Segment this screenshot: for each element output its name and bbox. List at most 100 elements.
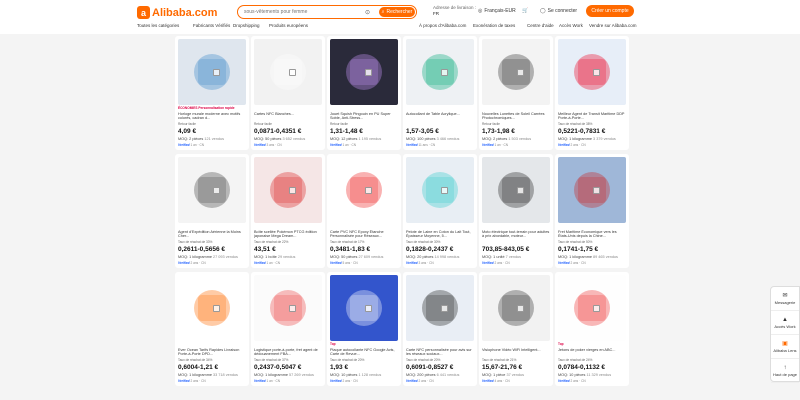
image-search-icon[interactable] — [593, 69, 600, 76]
image-search-icon[interactable] — [441, 187, 448, 194]
signin-link[interactable]: ◯ Se connecter — [540, 8, 577, 14]
cart-button[interactable]: 🛒 — [522, 8, 528, 14]
product-card[interactable]: Jouet Squish Pingouin en PU Super Soble,… — [327, 36, 401, 150]
product-rating: Taux de réachat de 24% — [558, 358, 593, 362]
product-card[interactable]: Carte PVC NFC Epoxy Étanche Personnalisé… — [327, 154, 401, 268]
product-title[interactable]: Jouet Squish Pingouin en PU Super Soble,… — [330, 112, 398, 121]
image-search-icon[interactable] — [517, 305, 524, 312]
product-title[interactable]: Cartes NFC Blanches... — [254, 112, 322, 121]
arrow-up-icon: ↑ — [783, 364, 787, 371]
image-search-icon[interactable] — [213, 69, 220, 76]
image-search-icon[interactable] — [213, 187, 220, 194]
image-search-icon[interactable] — [365, 187, 372, 194]
image-search-icon[interactable] — [213, 305, 220, 312]
image-search-icon[interactable] — [365, 305, 372, 312]
product-card[interactable]: Carte NFC personnalisée pour avis sur le… — [403, 272, 477, 386]
product-image[interactable] — [254, 275, 322, 341]
product-price: 4,09 € — [178, 128, 197, 135]
product-title[interactable]: Visiophone Vidéo WiFi Intelligent... — [482, 348, 550, 357]
product-image[interactable] — [406, 157, 474, 223]
image-search-icon[interactable] — [289, 305, 296, 312]
work-button[interactable]: ▲ Accès Work — [771, 311, 799, 335]
search-button[interactable]: ⌕ Rechercher — [379, 7, 415, 17]
nav-item[interactable]: Accès Work — [559, 23, 583, 28]
product-title[interactable]: Agent d'Expédition Aérienne la Moins Che… — [178, 230, 246, 239]
product-card[interactable]: Top Jetons de poker vierges en ABC... Ta… — [555, 272, 629, 386]
product-image[interactable] — [482, 39, 550, 105]
product-card[interactable]: ÉCONOMIES Personnalisation rapide Horlog… — [175, 36, 249, 150]
image-search-icon[interactable] — [441, 69, 448, 76]
image-search-icon[interactable] — [289, 187, 296, 194]
product-image[interactable] — [254, 157, 322, 223]
product-title[interactable]: Jetons de poker vierges en ABC... — [558, 348, 626, 357]
product-card[interactable]: Moto électrique tout-terrain pour adulte… — [479, 154, 553, 268]
image-search-icon[interactable] — [365, 69, 372, 76]
product-card[interactable]: Autocollant de Table Acrylique... 1,57-3… — [403, 36, 477, 150]
nav-item[interactable]: Centre d'aide — [527, 23, 554, 28]
product-title[interactable]: Ever Ocean Tarifs Rapides Livraison Port… — [178, 348, 246, 357]
product-title[interactable]: Nouvelles Lunettes de Soleil Carrées Pho… — [482, 112, 550, 121]
nav-item[interactable]: Dropshipping — [233, 23, 260, 28]
product-image[interactable] — [558, 157, 626, 223]
product-card[interactable]: Fret Maritime Économique vers les États-… — [555, 154, 629, 268]
nav-item[interactable]: Toutes les catégories — [137, 23, 179, 28]
product-title[interactable]: Carte PVC NFC Epoxy Étanche Personnalisé… — [330, 230, 398, 239]
product-card[interactable]: Cartes NFC Blanches... Retour facile 0,0… — [251, 36, 325, 150]
product-image[interactable] — [254, 39, 322, 105]
product-card[interactable]: Logistique porte-à-porte, fret agent de … — [251, 272, 325, 386]
search-input[interactable] — [238, 9, 363, 15]
nav-item[interactable]: Exonération de taxes — [473, 23, 515, 28]
product-image[interactable] — [330, 157, 398, 223]
product-image[interactable] — [482, 275, 550, 341]
image-search-icon[interactable] — [517, 69, 524, 76]
image-search-icon[interactable] — [517, 187, 524, 194]
product-image[interactable] — [406, 275, 474, 341]
product-card[interactable]: Meilleur Agent de Transit Maritime DDP P… — [555, 36, 629, 150]
product-title[interactable]: Logistique porte-à-porte, fret agent de … — [254, 348, 322, 357]
product-card[interactable]: Nouvelles Lunettes de Soleil Carrées Pho… — [479, 36, 553, 150]
alibaba-logo[interactable]: a Alibaba.com — [137, 6, 217, 19]
product-title[interactable]: Horloge murale moderne avec motifs color… — [178, 112, 246, 121]
product-title[interactable]: Plaque autocollante NFC Google Avis, Car… — [330, 348, 398, 357]
product-image[interactable] — [558, 39, 626, 105]
product-card[interactable]: Top Plaque autocollante NFC Google Avis,… — [327, 272, 401, 386]
product-title[interactable]: Moto électrique tout-terrain pour adulte… — [482, 230, 550, 239]
product-title[interactable]: Fret Maritime Économique vers les États-… — [558, 230, 626, 239]
lens-button[interactable]: ▣ Alibaba Lens — [771, 335, 799, 359]
product-card[interactable]: Agent d'Expédition Aérienne la Moins Che… — [175, 154, 249, 268]
back-to-top-button[interactable]: ↑ Haut de page — [771, 359, 799, 383]
product-card[interactable]: Visiophone Vidéo WiFi Intelligent... Tau… — [479, 272, 553, 386]
product-image[interactable] — [178, 275, 246, 341]
product-card[interactable]: Boîte scellée Pokémon PTCG édition japon… — [251, 154, 325, 268]
nav-item[interactable]: Vendre sur Alibaba.com — [589, 23, 637, 28]
product-title[interactable]: Meilleur Agent de Transit Maritime DDP P… — [558, 112, 626, 121]
product-image[interactable] — [406, 39, 474, 105]
product-image[interactable] — [178, 157, 246, 223]
product-card[interactable]: Ever Ocean Tarifs Rapides Livraison Port… — [175, 272, 249, 386]
image-search-icon[interactable] — [593, 305, 600, 312]
image-search-icon[interactable] — [593, 187, 600, 194]
delivery-address[interactable]: Adresse de livraison : FR — [433, 5, 476, 17]
product-image[interactable] — [178, 39, 246, 105]
image-search-icon[interactable] — [441, 305, 448, 312]
product-image[interactable] — [330, 275, 398, 341]
product-title[interactable]: Carte NFC personnalisée pour avis sur le… — [406, 348, 474, 357]
signup-button[interactable]: Créer un compte — [586, 5, 634, 17]
product-title[interactable]: Boîte scellée Pokémon PTCG édition japon… — [254, 230, 322, 239]
nav-item[interactable]: Produits européens — [269, 23, 308, 28]
product-title[interactable]: Pelote de Laine en Coton du Lait Tout, É… — [406, 230, 474, 239]
product-image[interactable] — [558, 275, 626, 341]
product-image[interactable] — [330, 39, 398, 105]
product-card[interactable]: Pelote de Laine en Coton du Lait Tout, É… — [403, 154, 477, 268]
image-search-icon[interactable] — [289, 69, 296, 76]
messages-button[interactable]: ✉ Messagerie — [771, 287, 799, 311]
nav-item[interactable]: À propos d'Alibaba.com — [419, 23, 466, 28]
product-title[interactable]: Autocollant de Table Acrylique... — [406, 112, 474, 121]
product-price: 1,57-3,05 € — [406, 128, 439, 135]
language-selector[interactable]: ◎ Français-EUR — [478, 8, 516, 14]
product-image[interactable] — [482, 157, 550, 223]
moq-value: MOQ: 100 pièces — [406, 137, 436, 141]
product-rating: Taux de réachat de 33% — [178, 240, 213, 244]
camera-icon[interactable]: ⊙ — [365, 9, 370, 16]
nav-item[interactable]: Fabricants Vérifiés — [193, 23, 230, 28]
